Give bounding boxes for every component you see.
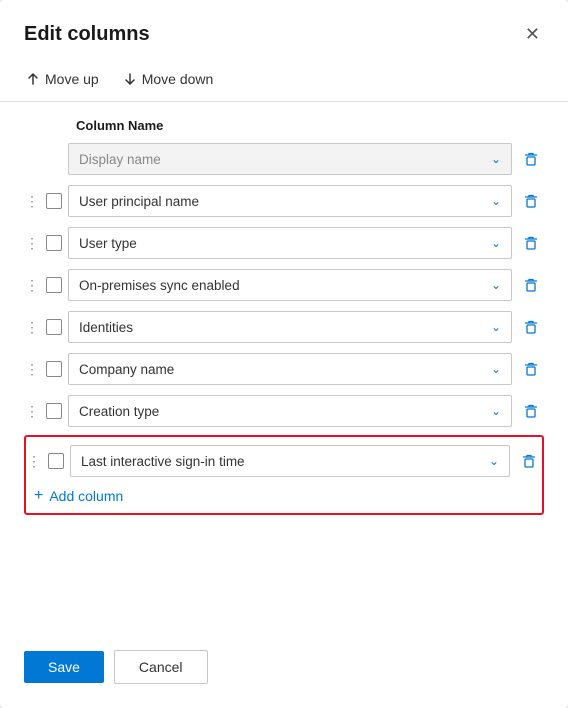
add-column-label: Add column <box>49 488 123 504</box>
dropdown-label: Identities <box>79 320 133 335</box>
trash-icon <box>522 360 540 378</box>
delete-button-user-principal-name[interactable] <box>518 188 544 214</box>
delete-button-company-name[interactable] <box>518 356 544 382</box>
dialog-header: Edit columns ✕ <box>0 0 568 61</box>
drag-handle-icon: ⋮ <box>24 361 40 378</box>
move-up-button[interactable]: Move up <box>24 67 101 91</box>
columns-content: Column Name ⋮ Display name ⌄ ⋮ User prin… <box>0 102 568 575</box>
trash-icon <box>522 318 540 336</box>
move-up-label: Move up <box>45 71 99 87</box>
add-column-row: + Add column <box>26 479 542 509</box>
dropdown-label: Display name <box>79 152 161 167</box>
delete-button-on-premises-sync[interactable] <box>518 272 544 298</box>
highlighted-section: ⋮ Last interactive sign-in time ⌄ + Add … <box>24 435 544 515</box>
edit-columns-dialog: Edit columns ✕ Move up Move down Column … <box>0 0 568 708</box>
chevron-down-icon: ⌄ <box>491 278 501 292</box>
row-checkbox[interactable] <box>46 319 62 335</box>
trash-icon <box>522 402 540 420</box>
dropdown-label: User type <box>79 236 137 251</box>
table-row: ⋮ Last interactive sign-in time ⌄ <box>26 441 542 479</box>
row-checkbox[interactable] <box>46 361 62 377</box>
drag-handle-icon: ⋮ <box>24 277 40 294</box>
trash-icon <box>520 452 538 470</box>
delete-button-user-type[interactable] <box>518 230 544 256</box>
trash-icon <box>522 150 540 168</box>
table-row: ⋮ Display name ⌄ <box>24 141 544 177</box>
trash-icon <box>522 276 540 294</box>
chevron-down-icon: ⌄ <box>491 236 501 250</box>
delete-button-last-interactive-sign-in[interactable] <box>516 448 542 474</box>
cancel-button[interactable]: Cancel <box>114 650 208 684</box>
column-dropdown-display-name[interactable]: Display name ⌄ <box>68 143 512 175</box>
column-dropdown-last-interactive-sign-in[interactable]: Last interactive sign-in time ⌄ <box>70 445 510 477</box>
table-row: ⋮ Creation type ⌄ <box>24 393 544 429</box>
trash-icon <box>522 192 540 210</box>
arrow-up-icon <box>26 72 40 86</box>
drag-handle-icon: ⋮ <box>24 403 40 420</box>
delete-button-creation-type[interactable] <box>518 398 544 424</box>
dropdown-label: Last interactive sign-in time <box>81 454 245 469</box>
plus-icon: + <box>34 487 43 505</box>
chevron-down-icon: ⌄ <box>491 152 501 166</box>
chevron-down-icon: ⌄ <box>491 362 501 376</box>
row-checkbox[interactable] <box>46 193 62 209</box>
trash-icon <box>522 234 540 252</box>
row-checkbox[interactable] <box>46 235 62 251</box>
move-down-label: Move down <box>142 71 214 87</box>
column-dropdown-creation-type[interactable]: Creation type ⌄ <box>68 395 512 427</box>
drag-handle-icon: ⋮ <box>26 453 42 470</box>
drag-handle-icon: ⋮ <box>24 193 40 210</box>
move-down-button[interactable]: Move down <box>121 67 216 91</box>
dropdown-label: Creation type <box>79 404 159 419</box>
column-dropdown-on-premises-sync[interactable]: On-premises sync enabled ⌄ <box>68 269 512 301</box>
column-dropdown-identities[interactable]: Identities ⌄ <box>68 311 512 343</box>
dropdown-label: Company name <box>79 362 174 377</box>
table-row: ⋮ On-premises sync enabled ⌄ <box>24 267 544 303</box>
drag-handle-icon: ⋮ <box>24 319 40 336</box>
save-button[interactable]: Save <box>24 651 104 683</box>
table-row: ⋮ User type ⌄ <box>24 225 544 261</box>
delete-button-identities[interactable] <box>518 314 544 340</box>
arrow-down-icon <box>123 72 137 86</box>
chevron-down-icon: ⌄ <box>491 320 501 334</box>
column-dropdown-user-principal-name[interactable]: User principal name ⌄ <box>68 185 512 217</box>
chevron-down-icon: ⌄ <box>489 454 499 468</box>
row-checkbox[interactable] <box>48 453 64 469</box>
chevron-down-icon: ⌄ <box>491 404 501 418</box>
toolbar: Move up Move down <box>0 61 568 102</box>
close-button[interactable]: ✕ <box>521 20 544 49</box>
dropdown-label: User principal name <box>79 194 199 209</box>
column-name-header: Column Name <box>24 118 544 133</box>
delete-button-display-name[interactable] <box>518 146 544 172</box>
table-row: ⋮ Company name ⌄ <box>24 351 544 387</box>
dropdown-label: On-premises sync enabled <box>79 278 240 293</box>
column-dropdown-company-name[interactable]: Company name ⌄ <box>68 353 512 385</box>
drag-handle-icon: ⋮ <box>24 235 40 252</box>
add-column-button[interactable]: + Add column <box>30 479 127 509</box>
table-row: ⋮ User principal name ⌄ <box>24 183 544 219</box>
chevron-down-icon: ⌄ <box>491 194 501 208</box>
dialog-title: Edit columns <box>24 23 150 46</box>
dialog-footer: Save Cancel <box>0 630 568 708</box>
row-checkbox[interactable] <box>46 403 62 419</box>
close-icon: ✕ <box>525 24 540 45</box>
row-checkbox[interactable] <box>46 277 62 293</box>
table-row: ⋮ Identities ⌄ <box>24 309 544 345</box>
column-dropdown-user-type[interactable]: User type ⌄ <box>68 227 512 259</box>
